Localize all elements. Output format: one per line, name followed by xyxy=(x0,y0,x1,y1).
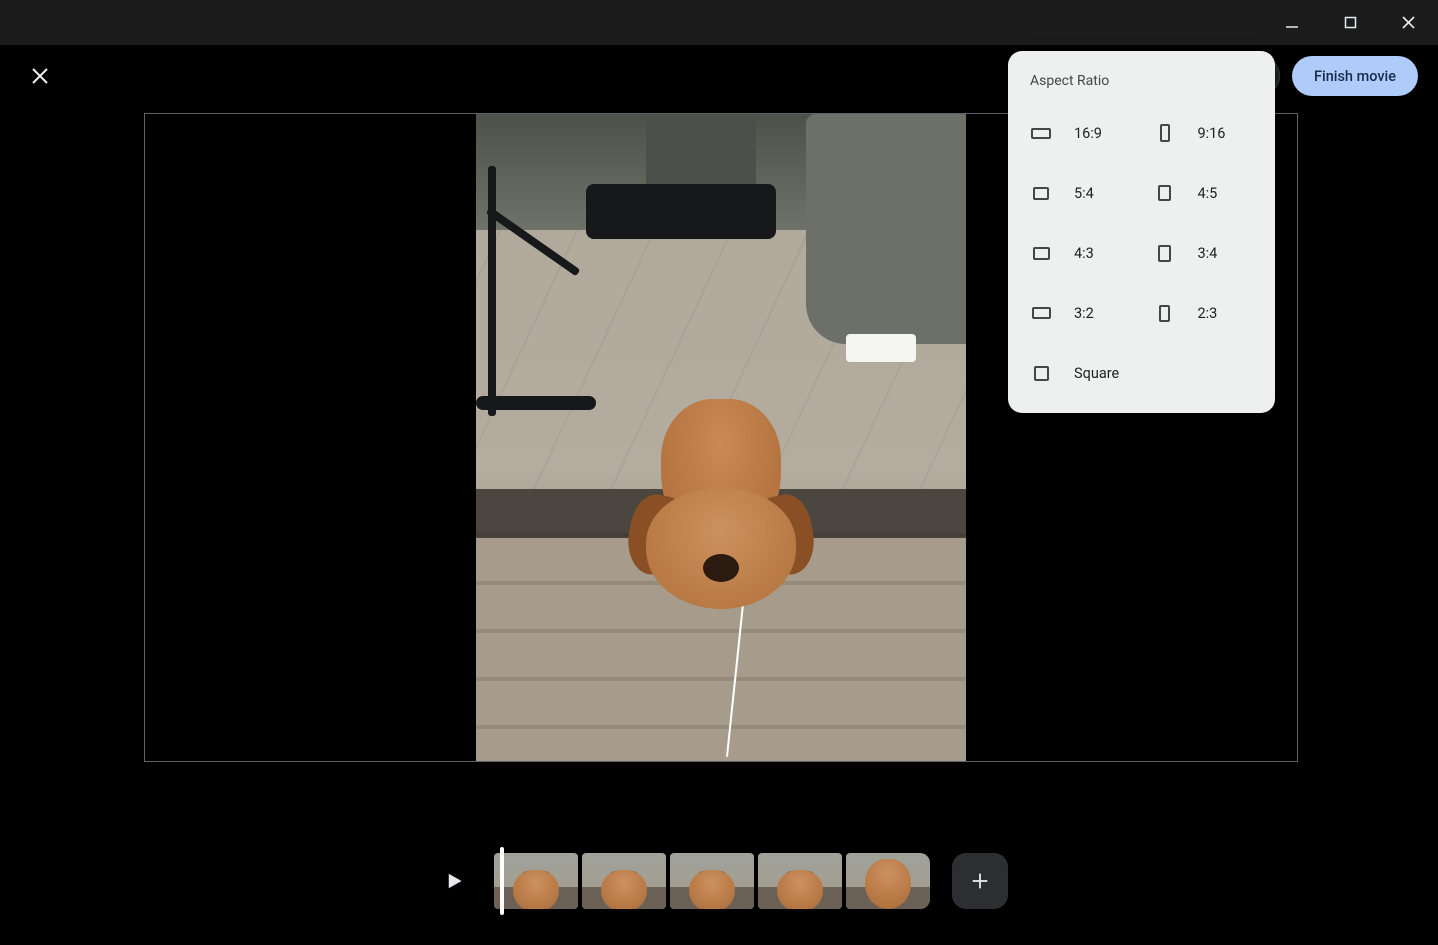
aspect-option-label: Square xyxy=(1074,365,1119,382)
finish-movie-button[interactable]: Finish movie xyxy=(1292,56,1418,96)
ratio-3-2-icon xyxy=(1030,302,1052,324)
aspect-option-label: 16:9 xyxy=(1074,125,1102,142)
aspect-option-4-3[interactable]: 4:3 xyxy=(1018,223,1142,283)
clip-thumbnail[interactable] xyxy=(846,853,930,909)
clip-strip xyxy=(490,853,930,909)
clip-thumbnail[interactable] xyxy=(758,853,842,909)
close-editor-button[interactable] xyxy=(20,56,60,96)
ratio-3-4-icon xyxy=(1154,242,1176,264)
aspect-option-label: 5:4 xyxy=(1074,185,1094,202)
aspect-ratio-title: Aspect Ratio xyxy=(1018,69,1265,103)
clip-thumbnail[interactable] xyxy=(494,853,578,909)
aspect-option-3-4[interactable]: 3:4 xyxy=(1142,223,1266,283)
finish-movie-label: Finish movie xyxy=(1314,68,1396,85)
aspect-option-square[interactable]: Square xyxy=(1018,343,1265,403)
ratio-5-4-icon xyxy=(1030,182,1052,204)
ratio-16-9-icon xyxy=(1030,122,1052,144)
add-clip-button[interactable] xyxy=(952,853,1008,909)
window-titlebar xyxy=(0,0,1438,45)
aspect-ratio-popup: Aspect Ratio 16:9 9:16 5:4 4:5 4:3 3:4 3… xyxy=(1008,51,1275,413)
ratio-4-5-icon xyxy=(1154,182,1176,204)
play-button[interactable] xyxy=(430,857,478,905)
window-close-icon[interactable] xyxy=(1388,3,1428,43)
aspect-option-2-3[interactable]: 2:3 xyxy=(1142,283,1266,343)
maximize-icon[interactable] xyxy=(1330,3,1370,43)
aspect-option-3-2[interactable]: 3:2 xyxy=(1018,283,1142,343)
ratio-square-icon xyxy=(1030,362,1052,384)
aspect-option-5-4[interactable]: 5:4 xyxy=(1018,163,1142,223)
preview-image xyxy=(476,114,966,761)
aspect-ratio-grid: 16:9 9:16 5:4 4:5 4:3 3:4 3:2 2:3 xyxy=(1018,103,1265,403)
minimize-icon[interactable] xyxy=(1272,3,1312,43)
ratio-4-3-icon xyxy=(1030,242,1052,264)
aspect-option-label: 3:4 xyxy=(1198,245,1218,262)
timeline xyxy=(0,852,1438,910)
aspect-option-label: 4:5 xyxy=(1198,185,1218,202)
clip-thumbnail[interactable] xyxy=(670,853,754,909)
playhead[interactable] xyxy=(500,847,504,915)
aspect-option-label: 4:3 xyxy=(1074,245,1094,262)
aspect-option-16-9[interactable]: 16:9 xyxy=(1018,103,1142,163)
aspect-option-label: 2:3 xyxy=(1198,305,1218,322)
ratio-9-16-icon xyxy=(1154,122,1176,144)
aspect-option-label: 9:16 xyxy=(1198,125,1226,142)
aspect-option-label: 3:2 xyxy=(1074,305,1094,322)
aspect-option-4-5[interactable]: 4:5 xyxy=(1142,163,1266,223)
ratio-2-3-icon xyxy=(1154,302,1176,324)
clip-thumbnail[interactable] xyxy=(582,853,666,909)
aspect-option-9-16[interactable]: 9:16 xyxy=(1142,103,1266,163)
